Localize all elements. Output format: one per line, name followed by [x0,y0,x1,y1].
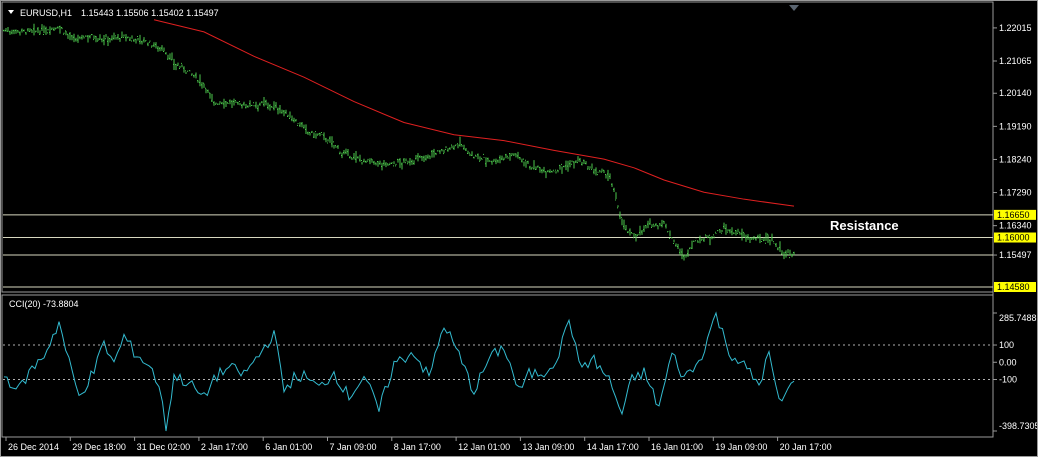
symbol-timeframe: EURUSD,H1 [20,8,72,18]
cci-level-lines [3,344,993,381]
time-tick-label: 12 Jan 01:00 [458,442,510,452]
symbol-menu-arrow-icon[interactable] [8,10,14,14]
price-tick-label: 1.22015 [999,23,1032,33]
main-panel-frame [1,1,994,293]
cci-tick-label: -100 [999,375,1017,385]
cci-tick-label: 0.00 [999,357,1017,367]
price-tag-label: 1.16000 [997,233,1030,243]
time-tick-label: 20 Jan 17:00 [780,442,832,452]
price-tick-label: 1.18240 [999,154,1032,164]
chart-canvas[interactable]: EURUSD,H1 1.15443 1.15506 1.15402 1.1549… [1,1,1037,456]
time-tick-label: 2 Jan 17:00 [201,442,248,452]
price-tag-label: 1.16650 [997,210,1030,220]
time-axis: 26 Dec 2014 29 Dec 18:00 31 Dec 02:00 2 Jan… [5,437,832,452]
time-tick-label: 16 Jan 01:00 [651,442,703,452]
cci-label: CCI(20) -73.8804 [9,299,79,309]
chart-window[interactable]: EURUSD,H1 1.15443 1.15506 1.15402 1.1549… [0,0,1038,457]
price-tick-label: 1.15497 [999,250,1032,260]
price-tick-label: 1.19190 [999,121,1032,131]
cci-tick-label: 285.7488 [999,313,1037,323]
cci-line [3,311,795,432]
price-tick-label: 1.16340 [999,221,1032,231]
cci-tick-label: -398.7305 [999,421,1037,431]
time-tick-label: 31 Dec 02:00 [137,442,191,452]
time-tick-label: 14 Jan 17:00 [587,442,639,452]
resistance-label[interactable]: Resistance [830,218,899,233]
price-candles [3,23,795,261]
price-tag-label: 1.14580 [997,282,1030,292]
time-tick-label: 13 Jan 09:00 [522,442,574,452]
price-tick-label: 1.17290 [999,188,1032,198]
cci-axis: 285.7488 100 0.00 -100 -398.7305 [993,312,1037,432]
price-axis: 1.22015 1.21065 1.20140 1.19190 1.18240 1.172… [993,23,1032,260]
cci-tick-label: 100 [999,340,1014,350]
cci-panel-frame [1,294,994,438]
moving-average-line [153,19,795,207]
price-tick-label: 1.21065 [999,56,1032,66]
time-tick-label: 26 Dec 2014 [8,442,59,452]
time-tick-label: 19 Jan 09:00 [715,442,767,452]
time-tick-label: 29 Dec 18:00 [72,442,126,452]
ohlc-readout: 1.15443 1.15506 1.15402 1.15497 [81,8,219,18]
shift-marker-icon[interactable] [789,5,799,11]
time-tick-label: 8 Jan 17:00 [394,442,441,452]
time-tick-label: 7 Jan 09:00 [330,442,377,452]
time-tick-label: 6 Jan 01:00 [265,442,312,452]
price-tick-label: 1.20140 [999,88,1032,98]
